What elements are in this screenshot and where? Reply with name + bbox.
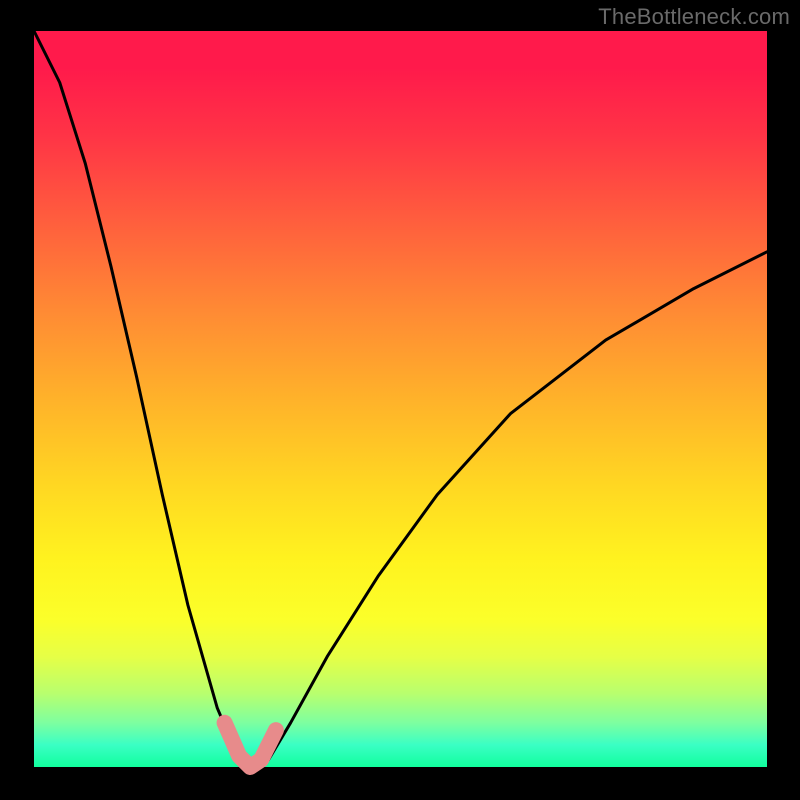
bottleneck-curve [34, 31, 767, 767]
chart-overlay [0, 0, 800, 800]
optimal-marker [225, 723, 276, 767]
chart-stage: { "watermark": { "text": "TheBottleneck.… [0, 0, 800, 800]
